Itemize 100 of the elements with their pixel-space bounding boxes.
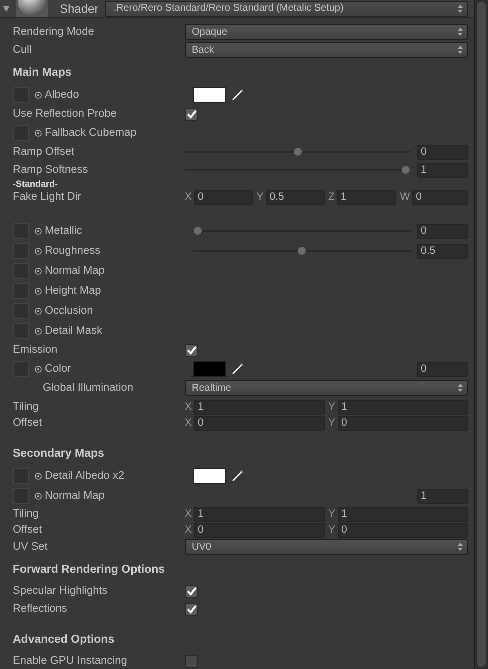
- scrollbar[interactable]: [474, 0, 488, 669]
- axis-label: X: [185, 417, 192, 429]
- slider-thumb[interactable]: [193, 226, 203, 236]
- axis-label: W: [400, 191, 410, 203]
- slider-thumb[interactable]: [293, 147, 303, 157]
- property-label: Color: [45, 363, 72, 375]
- property-label: Normal Map: [45, 490, 105, 502]
- target-icon[interactable]: [35, 92, 42, 98]
- group-label: -Standard-: [13, 179, 58, 189]
- updown-arrows-icon: [458, 28, 463, 36]
- property-label: Height Map: [45, 285, 102, 297]
- property-label: Reflections: [13, 603, 68, 615]
- slider[interactable]: [185, 147, 411, 157]
- eyedropper-icon[interactable]: [232, 89, 244, 101]
- number-field[interactable]: 0.5: [417, 244, 468, 258]
- property-label: Normal Map: [45, 265, 105, 277]
- property-label: Tiling: [13, 401, 40, 413]
- slider[interactable]: [193, 246, 411, 256]
- number-field[interactable]: 0: [417, 144, 468, 160]
- property-label: Detail Albedo x2: [45, 470, 124, 482]
- number-field[interactable]: 0: [417, 362, 468, 376]
- slider[interactable]: [185, 165, 411, 175]
- property-label: Ramp Offset: [13, 146, 76, 158]
- number-field[interactable]: 1: [338, 506, 468, 522]
- axis-label: X: [185, 524, 192, 536]
- number-field[interactable]: 0: [338, 522, 468, 538]
- number-field[interactable]: 1: [194, 506, 324, 522]
- property-label: Specular Highlights: [13, 585, 109, 597]
- color-swatch[interactable]: [193, 468, 226, 484]
- property-label: Use Reflection Probe: [13, 108, 118, 120]
- target-icon[interactable]: [35, 268, 42, 274]
- dropdown[interactable]: Opaque: [185, 24, 468, 40]
- axis-label: Y: [328, 524, 336, 536]
- number-field[interactable]: 0: [194, 522, 324, 538]
- dropdown[interactable]: Back: [185, 42, 468, 58]
- property-label: Emission: [13, 344, 59, 356]
- checkbox[interactable]: [185, 654, 198, 668]
- target-icon[interactable]: [35, 328, 42, 334]
- section-heading: Forward Rendering Options: [13, 564, 166, 576]
- shader-dropdown[interactable]: .Rero/Rero Standard/Rero Standard (Metalic Setup): [104, 0, 468, 16]
- property-label: Global Illumination: [42, 382, 134, 394]
- updown-arrows-icon: [458, 4, 463, 12]
- shader-label: Shader: [60, 2, 99, 16]
- section-heading: Main Maps: [13, 67, 72, 79]
- property-label: Roughness: [45, 245, 101, 257]
- checkmark-icon: [186, 346, 196, 354]
- slider-thumb[interactable]: [401, 165, 411, 175]
- checkbox[interactable]: [185, 344, 198, 356]
- target-icon[interactable]: [35, 228, 42, 234]
- number-field[interactable]: 1: [338, 400, 468, 414]
- number-field[interactable]: 0: [417, 224, 468, 238]
- target-icon[interactable]: [35, 472, 42, 480]
- number-field[interactable]: 1: [194, 400, 324, 414]
- eyedropper-icon[interactable]: [232, 470, 244, 482]
- axis-label: Y: [328, 401, 336, 413]
- axis-label: Y: [256, 191, 264, 203]
- number-field[interactable]: 1: [336, 190, 396, 204]
- eyedropper-icon[interactable]: [232, 363, 244, 375]
- axis-label: Y: [328, 508, 336, 520]
- property-label: Rendering Mode: [13, 26, 96, 38]
- updown-arrows-icon: [458, 46, 463, 54]
- sphere-icon: [16, 0, 48, 17]
- property-label: Offset: [13, 417, 44, 429]
- property-label: Fake Light Dir: [13, 191, 82, 203]
- target-icon[interactable]: [35, 248, 42, 254]
- target-icon[interactable]: [35, 308, 42, 314]
- number-field[interactable]: 1: [417, 488, 468, 504]
- dropdown[interactable]: Realtime: [185, 380, 468, 396]
- number-field[interactable]: 0: [412, 190, 468, 204]
- dropdown[interactable]: UV0: [185, 539, 468, 555]
- checkbox[interactable]: [185, 584, 198, 598]
- property-label: Ramp Softness: [13, 164, 90, 176]
- checkbox[interactable]: [185, 108, 198, 120]
- property-label: Detail Mask: [45, 325, 102, 337]
- triangle-icon[interactable]: [3, 6, 10, 12]
- section-heading: Advanced Options: [13, 634, 115, 646]
- property-label: Metallic: [45, 225, 82, 237]
- number-field[interactable]: 1: [417, 162, 468, 178]
- target-icon[interactable]: [35, 366, 42, 372]
- number-field[interactable]: 0: [194, 190, 253, 204]
- property-label: Tiling: [13, 508, 40, 520]
- target-icon[interactable]: [35, 130, 42, 136]
- property-label: UV Set: [13, 541, 49, 553]
- checkmark-icon: [186, 110, 196, 118]
- updown-arrows-icon: [458, 543, 463, 551]
- property-label: Cull: [13, 44, 33, 56]
- target-icon[interactable]: [35, 288, 42, 294]
- property-label: Occlusion: [45, 305, 94, 317]
- axis-label: Z: [328, 191, 335, 203]
- axis-label: X: [185, 401, 192, 413]
- color-swatch[interactable]: [193, 87, 226, 103]
- slider[interactable]: [193, 226, 411, 236]
- property-label: Albedo: [45, 89, 80, 101]
- slider-thumb[interactable]: [297, 246, 307, 256]
- number-field[interactable]: 0.5: [266, 190, 324, 204]
- color-swatch[interactable]: [193, 361, 226, 377]
- number-field[interactable]: 0: [338, 416, 468, 430]
- target-icon[interactable]: [35, 492, 42, 500]
- number-field[interactable]: 0: [194, 416, 324, 430]
- checkbox[interactable]: [185, 602, 198, 616]
